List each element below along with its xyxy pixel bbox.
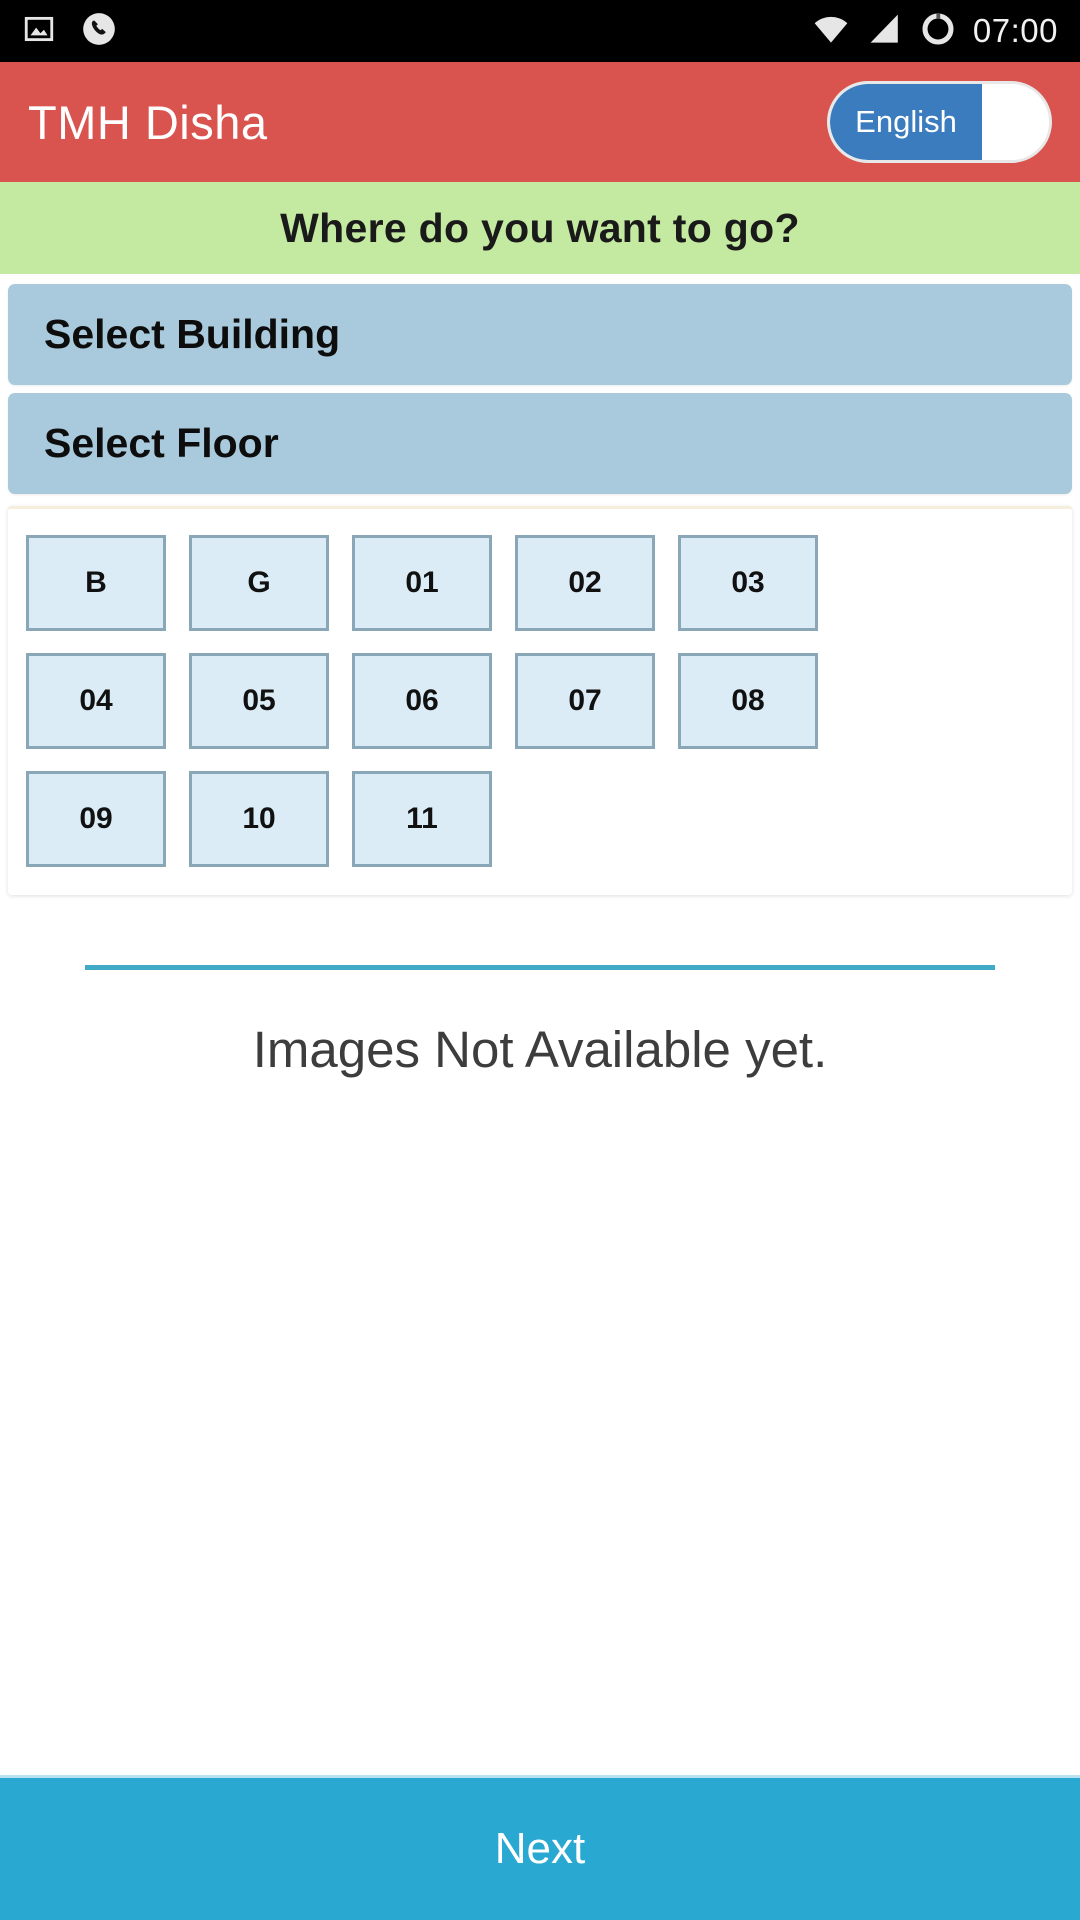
floor-tile-label: 09 (79, 802, 113, 835)
signal-icon (867, 13, 903, 50)
language-toggle-label: English (855, 104, 957, 139)
floor-tile-label: 04 (79, 684, 113, 717)
floor-tile-label: 05 (242, 684, 276, 717)
floor-tile[interactable]: 11 (352, 771, 492, 867)
battery-icon (919, 10, 957, 53)
floor-tile-label: 07 (568, 684, 602, 717)
app-title: TMH Disha (28, 95, 268, 149)
floor-tile[interactable]: 06 (352, 653, 492, 749)
floor-tile-label: 03 (731, 566, 765, 599)
select-floor-label: Select Floor (44, 420, 279, 466)
floor-tile[interactable]: 03 (678, 535, 818, 631)
status-bar-left-icons (22, 10, 118, 53)
app-bar: TMH Disha English (0, 62, 1080, 182)
select-building-label: Select Building (44, 311, 341, 357)
floor-grid-row: 04 05 06 07 08 (8, 653, 1072, 749)
image-icon (22, 12, 56, 51)
section-divider (85, 965, 995, 970)
phone-icon (80, 10, 118, 53)
floor-grid-row: B G 01 02 03 (8, 535, 1072, 631)
floor-tile-label: 06 (405, 684, 439, 717)
floor-tile[interactable]: B (26, 535, 166, 631)
status-bar-clock: 07:00 (972, 12, 1058, 49)
floor-tile-label: 01 (405, 566, 439, 599)
wifi-icon (811, 13, 851, 50)
floor-tile[interactable]: 07 (515, 653, 655, 749)
floor-tile-label: 02 (568, 566, 602, 599)
floor-tile-label: G (247, 566, 271, 599)
floor-grid: B G 01 02 03 04 05 06 07 08 09 10 11 (8, 506, 1072, 895)
floor-tile[interactable]: 09 (26, 771, 166, 867)
selector-group: Select Building Select Floor (0, 276, 1080, 494)
status-bar: 07:00 (0, 0, 1080, 62)
floor-tile-label: 11 (406, 802, 438, 835)
select-building-dropdown[interactable]: Select Building (8, 284, 1072, 385)
question-band: Where do you want to go? (0, 182, 1080, 276)
image-content-area: Images Not Available yet. (0, 895, 1080, 1775)
floor-tile[interactable]: 02 (515, 535, 655, 631)
language-toggle-track[interactable]: English (830, 84, 982, 160)
images-not-available-message: Images Not Available yet. (252, 1021, 828, 1078)
next-button-label: Next (494, 1824, 586, 1873)
divider-wrapper (0, 895, 1080, 970)
floor-grid-row: 09 10 11 (8, 771, 1072, 867)
floor-tile-label: B (85, 566, 107, 599)
status-bar-right-icons: 07:00 (811, 10, 1058, 53)
app-root: 07:00 TMH Disha English Where do you wan… (0, 0, 1080, 1920)
floor-tile[interactable]: 08 (678, 653, 818, 749)
floor-tile-label: 10 (242, 802, 276, 835)
select-floor-dropdown[interactable]: Select Floor (8, 393, 1072, 494)
next-button[interactable]: Next (0, 1775, 1080, 1920)
floor-tile[interactable]: 04 (26, 653, 166, 749)
language-toggle-knob[interactable] (982, 84, 1049, 160)
floor-tile[interactable]: 10 (189, 771, 329, 867)
floor-tile[interactable]: 05 (189, 653, 329, 749)
language-toggle[interactable]: English (827, 81, 1052, 163)
question-text: Where do you want to go? (280, 204, 800, 251)
floor-tile[interactable]: 01 (352, 535, 492, 631)
floor-tile[interactable]: G (189, 535, 329, 631)
floor-tile-label: 08 (731, 684, 765, 717)
